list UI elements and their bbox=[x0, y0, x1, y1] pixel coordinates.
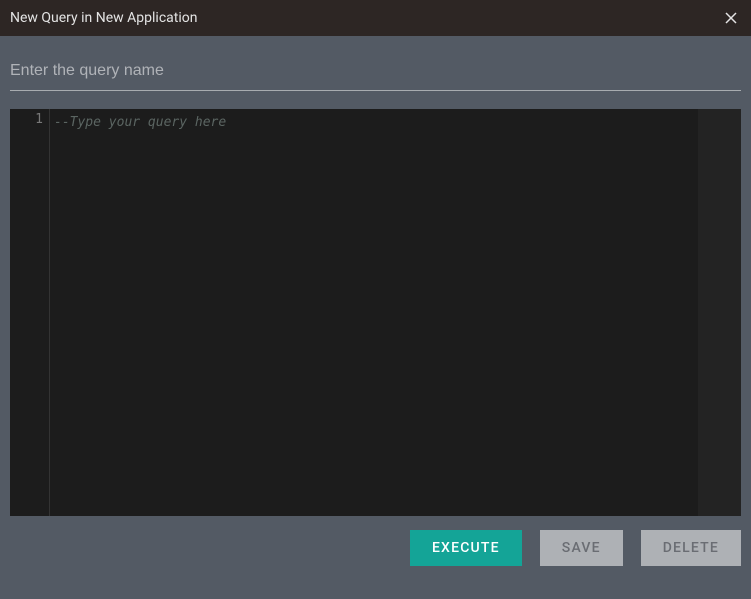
execute-button[interactable]: EXECUTE bbox=[410, 530, 522, 566]
button-row: EXECUTE SAVE DELETE bbox=[10, 530, 741, 566]
delete-button[interactable]: DELETE bbox=[641, 530, 741, 566]
dialog-content: 1 --Type your query here EXECUTE SAVE DE… bbox=[0, 36, 751, 576]
editor-placeholder: --Type your query here bbox=[54, 115, 226, 130]
editor-code-area[interactable]: --Type your query here bbox=[50, 109, 741, 516]
code-editor[interactable]: 1 --Type your query here bbox=[10, 109, 741, 516]
close-icon bbox=[725, 12, 737, 24]
close-button[interactable] bbox=[721, 8, 741, 28]
query-name-field-wrap bbox=[10, 54, 741, 91]
editor-gutter: 1 bbox=[10, 109, 50, 516]
save-button[interactable]: SAVE bbox=[540, 530, 623, 566]
titlebar: New Query in New Application bbox=[0, 0, 751, 36]
editor-right-margin bbox=[698, 109, 741, 516]
line-number: 1 bbox=[10, 111, 49, 129]
dialog-title: New Query in New Application bbox=[10, 10, 197, 26]
query-name-input[interactable] bbox=[10, 54, 741, 91]
